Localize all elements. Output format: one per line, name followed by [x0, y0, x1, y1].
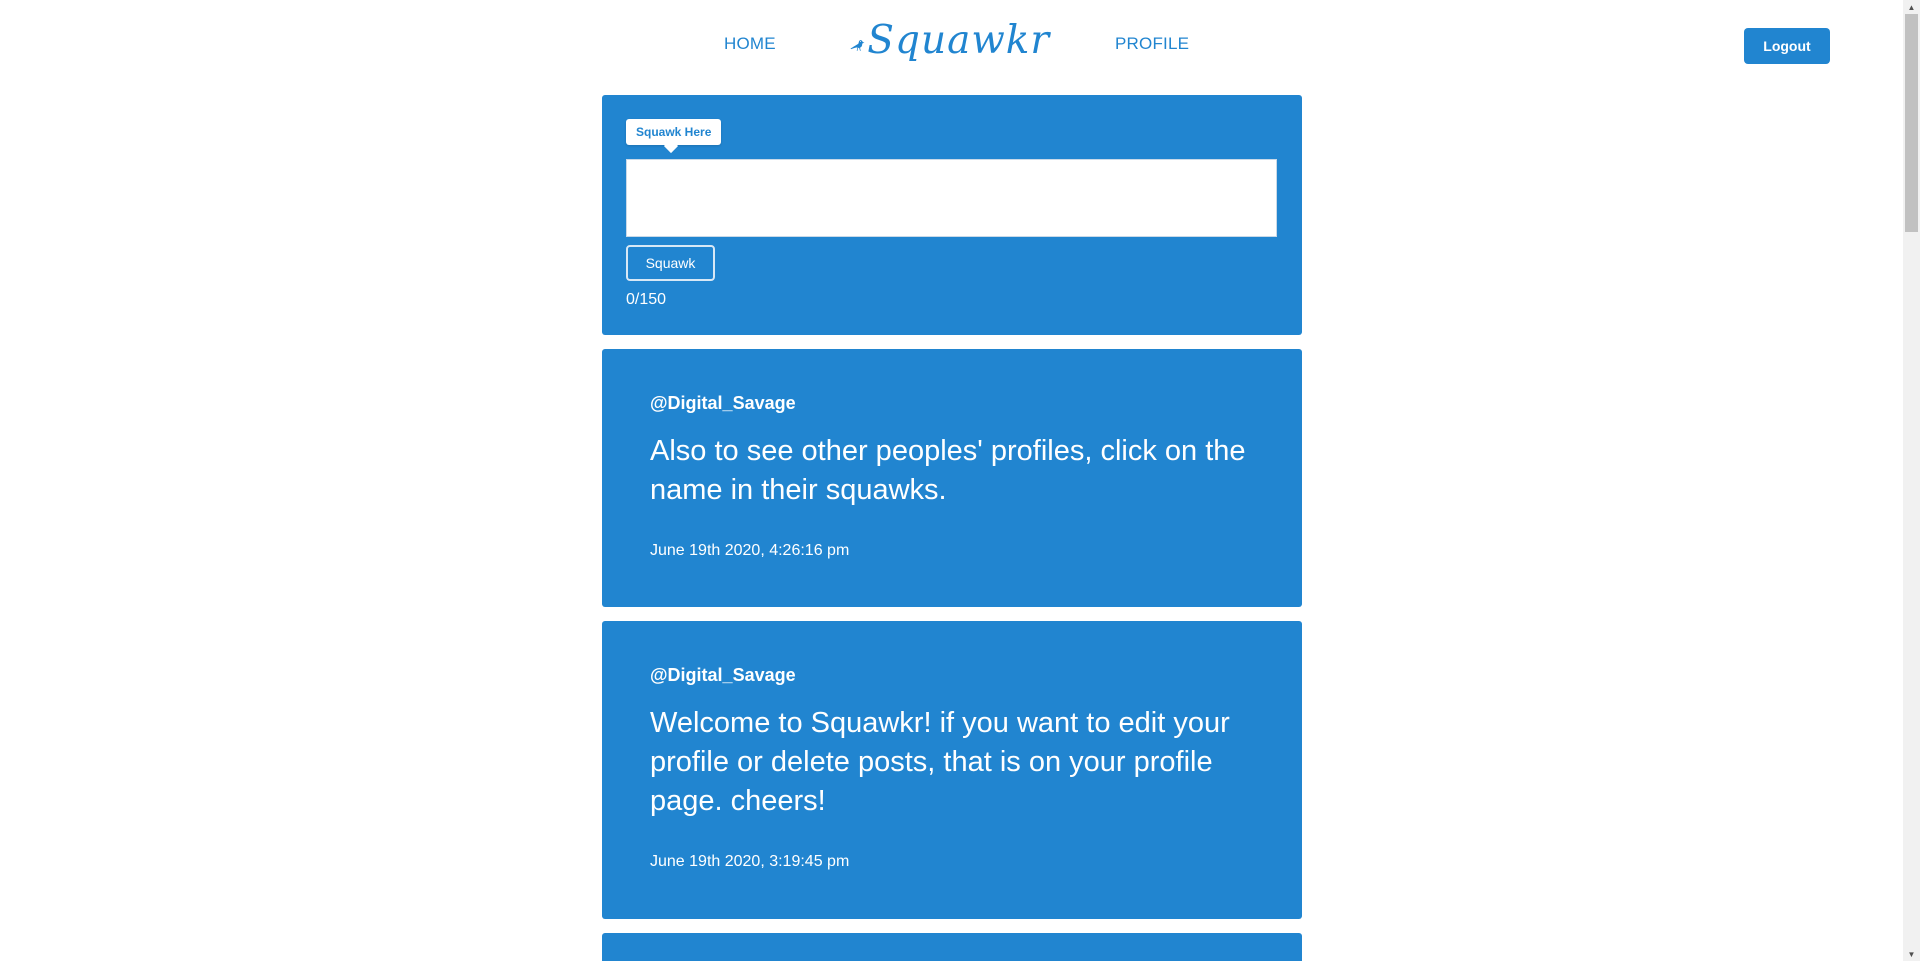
compose-tooltip: Squawk Here [626, 119, 722, 145]
brand[interactable]: Squawkr [850, 14, 1050, 76]
post-card-partial [602, 933, 1302, 961]
crow-icon [850, 40, 865, 51]
page-scrollbar[interactable]: ▲ ▼ [1903, 0, 1920, 961]
post-timestamp: June 19th 2020, 3:19:45 pm [650, 853, 850, 870]
nav-home-link[interactable]: HOME [724, 34, 776, 54]
logout-button[interactable]: Logout [1744, 28, 1830, 64]
scroll-up-icon[interactable]: ▲ [1903, 0, 1920, 14]
squawk-input[interactable] [626, 159, 1277, 237]
post-author-link[interactable]: @Digital_Savage [650, 665, 1254, 686]
post-body: Also to see other peoples' profiles, cli… [650, 435, 1246, 506]
post-card: @Digital_Savage Welcome to Squawkr! if y… [602, 621, 1302, 919]
brand-name: Squawkr [867, 17, 1050, 63]
post-author-link[interactable]: @Digital_Savage [650, 393, 1254, 414]
scrollbar-thumb[interactable] [1905, 14, 1918, 232]
page: HOME Squawkr PROFILE Logout Squawk Here … [0, 0, 1920, 961]
post-timestamp: June 19th 2020, 4:26:16 pm [650, 542, 850, 559]
char-counter: 0/150 [626, 291, 667, 308]
nav-profile-link[interactable]: PROFILE [1115, 34, 1189, 54]
top-nav: HOME Squawkr PROFILE Logout [0, 0, 1920, 92]
scroll-down-icon[interactable]: ▼ [1903, 947, 1920, 961]
compose-card: Squawk Here Squawk 0/150 [602, 95, 1302, 335]
post-body: Welcome to Squawkr! if you want to edit … [650, 707, 1230, 817]
post-card: @Digital_Savage Also to see other people… [602, 349, 1302, 607]
squawk-button[interactable]: Squawk [626, 245, 715, 281]
